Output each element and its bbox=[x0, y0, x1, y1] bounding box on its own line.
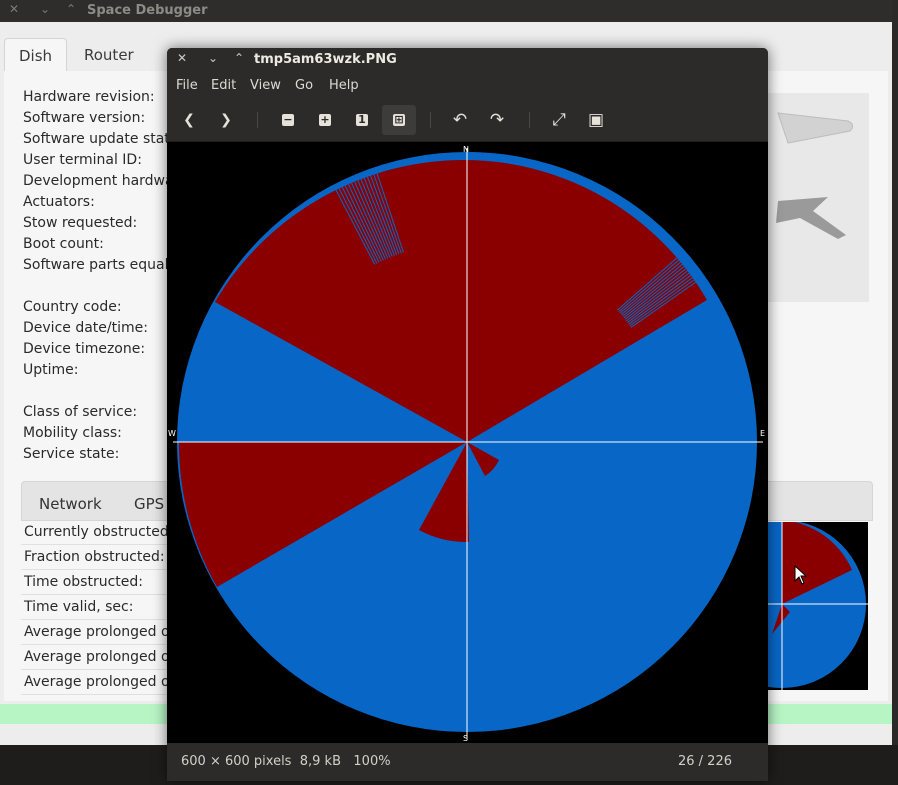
zoom-out-icon: − bbox=[282, 113, 294, 126]
menu-file[interactable]: File bbox=[176, 78, 198, 93]
info-label: Boot count: bbox=[23, 236, 104, 252]
info-label: User terminal ID: bbox=[23, 152, 142, 168]
zoom-1-button[interactable]: 1 bbox=[345, 105, 379, 135]
subtab-gps[interactable]: GPS bbox=[134, 482, 164, 520]
viewer-titlebar: ✕ ⌄ ⌃ tmp5am63wzk.PNG bbox=[167, 48, 768, 73]
minimize-icon[interactable]: ⌄ bbox=[208, 51, 218, 65]
zoom-in-button[interactable]: + bbox=[308, 105, 342, 135]
mouse-pointer-icon bbox=[794, 565, 808, 585]
dish-image bbox=[768, 93, 869, 302]
info-label: Actuators: bbox=[23, 194, 95, 210]
info-label: Mobility class: bbox=[23, 425, 122, 441]
info-label: Device date/time: bbox=[23, 320, 148, 336]
back-icon[interactable]: ❮ bbox=[172, 105, 206, 135]
zoom-out-button[interactable]: − bbox=[271, 105, 305, 135]
close-icon[interactable]: ✕ bbox=[177, 51, 187, 65]
image-viewer-window: ✕ ⌄ ⌃ tmp5am63wzk.PNG File Edit View Go … bbox=[167, 48, 768, 781]
obstruction-label: Fraction obstructed: bbox=[21, 545, 169, 570]
toolbar: ❮ ❯ − + 1 ⊞ ↶ ↷ ⤢ ▣ bbox=[167, 99, 768, 142]
tab-dish[interactable]: Dish bbox=[4, 38, 68, 73]
compass-west: W bbox=[168, 429, 176, 438]
maximize-icon[interactable]: ⌃ bbox=[234, 51, 244, 65]
zoom-1-icon: 1 bbox=[356, 114, 368, 126]
info-label: Software parts equal: bbox=[23, 257, 174, 273]
obstruction-list: Currently obstructed: Fraction obstructed… bbox=[21, 520, 169, 695]
info-gap bbox=[23, 276, 179, 297]
maximize-icon[interactable]: ⌃ bbox=[66, 2, 76, 16]
image-position: 26 / 226 bbox=[678, 754, 732, 769]
titlebar: ✕ ⌄ ⌃ Space Debugger bbox=[0, 0, 892, 22]
info-label: Stow requested: bbox=[23, 215, 138, 231]
menu-edit[interactable]: Edit bbox=[211, 78, 236, 93]
obstruction-label: Average prolonged ob bbox=[21, 670, 169, 695]
menu-go[interactable]: Go bbox=[295, 78, 313, 93]
menu-help[interactable]: Help bbox=[329, 78, 359, 93]
subtab-network[interactable]: Network bbox=[39, 482, 102, 520]
obstruction-label: Currently obstructed: bbox=[21, 520, 169, 545]
viewer-statusbar: 600 × 600 pixels 8,9 kB 100% 26 / 226 bbox=[167, 743, 768, 781]
obstruction-map: N S E W bbox=[168, 145, 765, 743]
viewer-title: tmp5am63wzk.PNG bbox=[254, 52, 397, 67]
image-size: 8,9 kB bbox=[299, 754, 341, 769]
menu-view[interactable]: View bbox=[250, 78, 281, 93]
tab-router[interactable]: Router bbox=[70, 38, 148, 72]
info-label: Software version: bbox=[23, 110, 146, 126]
rotate-right-icon[interactable]: ↷ bbox=[480, 105, 514, 135]
rotate-left-icon[interactable]: ↶ bbox=[443, 105, 477, 135]
fullscreen-icon[interactable]: ⤢ bbox=[542, 105, 576, 135]
toolbar-separator bbox=[529, 112, 530, 128]
info-label: Service state: bbox=[23, 446, 120, 462]
obstruction-label: Time valid, sec: bbox=[21, 595, 169, 620]
window-title: Space Debugger bbox=[87, 3, 208, 18]
zoom-level: 100% bbox=[353, 754, 391, 769]
close-icon[interactable]: ✕ bbox=[9, 2, 19, 16]
obstruction-label: Average prolonged ob bbox=[21, 620, 169, 645]
info-label: Device timezone: bbox=[23, 341, 146, 357]
obstruction-label: Time obstructed: bbox=[21, 570, 169, 595]
dish-info-list: Hardware revision: Software version: Softw… bbox=[23, 87, 179, 465]
info-gap bbox=[23, 381, 179, 402]
zoom-in-icon: + bbox=[319, 113, 331, 126]
info-label: Uptime: bbox=[23, 362, 79, 378]
compass-east: E bbox=[760, 429, 765, 438]
image-info: 600 × 600 pixels 8,9 kB 100% bbox=[181, 754, 391, 769]
zoom-fit-icon: ⊞ bbox=[393, 113, 405, 126]
toolbar-separator bbox=[257, 112, 258, 128]
compass-north: N bbox=[463, 145, 469, 154]
minimize-icon[interactable]: ⌄ bbox=[40, 2, 50, 16]
forward-icon[interactable]: ❯ bbox=[209, 105, 243, 135]
compass-south: S bbox=[463, 734, 468, 743]
info-label: Country code: bbox=[23, 299, 122, 315]
obstruction-map-thumbnail[interactable] bbox=[768, 522, 868, 690]
info-label: Development hardwar bbox=[23, 173, 180, 189]
image-canvas[interactable]: N S E W bbox=[167, 142, 768, 743]
info-label: Hardware revision: bbox=[23, 89, 155, 105]
slideshow-icon[interactable]: ▣ bbox=[579, 105, 613, 135]
image-dimensions: 600 × 600 pixels bbox=[181, 754, 292, 769]
info-label: Class of service: bbox=[23, 404, 138, 420]
toolbar-separator bbox=[430, 112, 431, 128]
obstruction-label: Average prolonged ob bbox=[21, 645, 169, 670]
zoom-fit-button[interactable]: ⊞ bbox=[382, 105, 416, 135]
info-label: Software update state bbox=[23, 131, 179, 147]
menubar: File Edit View Go Help bbox=[167, 73, 768, 99]
